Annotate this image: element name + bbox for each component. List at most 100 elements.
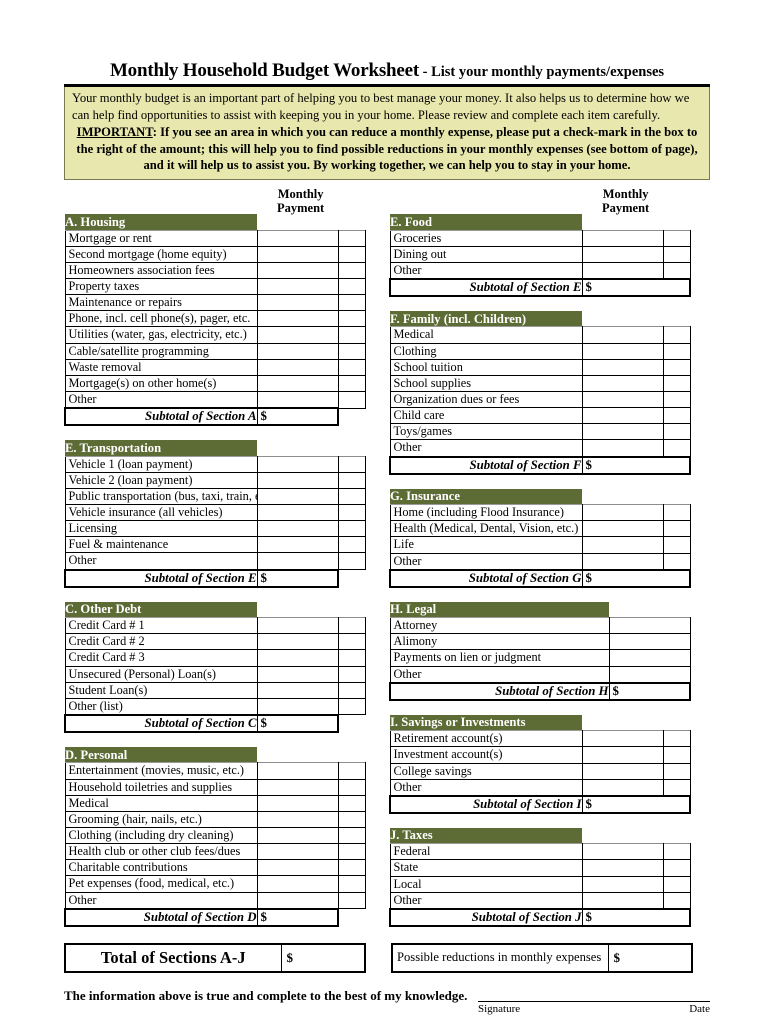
reduction-checkbox-cell[interactable]: [337, 891, 366, 910]
amount-input-cell[interactable]: [256, 342, 339, 360]
amount-input-cell[interactable]: [581, 261, 664, 280]
reduction-checkbox-cell[interactable]: [337, 229, 366, 247]
reduction-checkbox-cell[interactable]: [337, 504, 366, 522]
amount-input-cell[interactable]: [256, 390, 339, 409]
amount-input-cell[interactable]: [256, 294, 339, 312]
amount-input-cell[interactable]: [256, 762, 339, 780]
reduction-checkbox-cell[interactable]: [662, 391, 691, 409]
amount-input-cell[interactable]: [256, 794, 339, 812]
reduction-checkbox-cell[interactable]: [337, 358, 366, 376]
amount-input-cell[interactable]: [581, 552, 664, 571]
amount-input-cell[interactable]: [608, 633, 691, 651]
amount-input-cell[interactable]: [581, 536, 664, 554]
reduction-checkbox-cell[interactable]: [662, 843, 691, 861]
reduction-checkbox-cell[interactable]: [337, 294, 366, 312]
reduction-checkbox-cell[interactable]: [337, 617, 366, 635]
reduction-checkbox-cell[interactable]: [337, 536, 366, 554]
reduction-checkbox-cell[interactable]: [662, 730, 691, 748]
reduction-checkbox-cell[interactable]: [337, 633, 366, 651]
subtotal-value-cell[interactable]: $: [608, 681, 691, 701]
amount-input-cell[interactable]: [608, 649, 691, 667]
subtotal-value-cell[interactable]: $: [256, 407, 339, 427]
amount-input-cell[interactable]: [581, 245, 664, 263]
reduction-checkbox-cell[interactable]: [337, 859, 366, 877]
amount-input-cell[interactable]: [256, 552, 339, 571]
reduction-checkbox-cell[interactable]: [662, 552, 691, 571]
reduction-checkbox-cell[interactable]: [337, 487, 366, 506]
amount-input-cell[interactable]: [256, 374, 339, 392]
reduction-checkbox-cell[interactable]: [662, 520, 691, 538]
amount-input-cell[interactable]: [608, 665, 691, 684]
reduction-checkbox-cell[interactable]: [662, 504, 691, 522]
amount-input-cell[interactable]: [256, 536, 339, 554]
amount-input-cell[interactable]: [256, 471, 339, 489]
amount-input-cell[interactable]: [256, 697, 339, 716]
reduction-checkbox-cell[interactable]: [337, 794, 366, 812]
reduction-checkbox-cell[interactable]: [662, 245, 691, 263]
amount-input-cell[interactable]: [256, 277, 339, 296]
amount-input-cell[interactable]: [581, 843, 664, 861]
amount-input-cell[interactable]: [581, 229, 664, 247]
reduction-checkbox-cell[interactable]: [337, 310, 366, 328]
amount-input-cell[interactable]: [256, 891, 339, 910]
reduction-checkbox-cell[interactable]: [662, 439, 691, 458]
amount-input-cell[interactable]: [256, 617, 339, 635]
reduction-checkbox-cell[interactable]: [662, 762, 691, 780]
reduction-checkbox-cell[interactable]: [662, 875, 691, 893]
reduction-checkbox-cell[interactable]: [337, 810, 366, 828]
subtotal-value-cell[interactable]: $: [581, 455, 691, 475]
amount-input-cell[interactable]: [256, 875, 339, 893]
reduction-checkbox-cell[interactable]: [337, 455, 366, 473]
subtotal-value-cell[interactable]: $: [581, 277, 691, 297]
subtotal-value-cell[interactable]: $: [581, 794, 691, 814]
amount-input-cell[interactable]: [256, 229, 339, 247]
amount-input-cell[interactable]: [256, 665, 339, 683]
reduction-checkbox-cell[interactable]: [337, 665, 366, 683]
reduction-checkbox-cell[interactable]: [337, 277, 366, 296]
reduction-checkbox-cell[interactable]: [337, 245, 366, 263]
reduction-checkbox-cell[interactable]: [337, 697, 366, 716]
reduction-checkbox-cell[interactable]: [662, 261, 691, 280]
amount-input-cell[interactable]: [581, 520, 664, 538]
amount-input-cell[interactable]: [581, 875, 664, 893]
amount-input-cell[interactable]: [608, 617, 691, 635]
amount-input-cell[interactable]: [581, 778, 664, 797]
amount-input-cell[interactable]: [256, 261, 339, 279]
subtotal-value-cell[interactable]: $: [581, 907, 691, 927]
reduction-checkbox-cell[interactable]: [662, 229, 691, 247]
reduction-checkbox-cell[interactable]: [337, 342, 366, 360]
amount-input-cell[interactable]: [256, 826, 339, 845]
reduction-checkbox-cell[interactable]: [337, 261, 366, 279]
amount-input-cell[interactable]: [256, 633, 339, 651]
subtotal-value-cell[interactable]: $: [256, 568, 339, 588]
amount-input-cell[interactable]: [581, 342, 664, 360]
reduction-checkbox-cell[interactable]: [662, 778, 691, 797]
amount-input-cell[interactable]: [581, 762, 664, 780]
amount-input-cell[interactable]: [581, 423, 664, 441]
amount-input-cell[interactable]: [256, 455, 339, 473]
reduction-checkbox-cell[interactable]: [337, 552, 366, 571]
reduction-checkbox-cell[interactable]: [662, 746, 691, 764]
possible-reductions-value[interactable]: $: [607, 942, 693, 973]
reduction-checkbox-cell[interactable]: [337, 649, 366, 667]
amount-input-cell[interactable]: [256, 843, 339, 861]
amount-input-cell[interactable]: [581, 326, 664, 344]
reduction-checkbox-cell[interactable]: [337, 390, 366, 409]
amount-input-cell[interactable]: [256, 358, 339, 376]
amount-input-cell[interactable]: [581, 504, 664, 522]
reduction-checkbox-cell[interactable]: [662, 536, 691, 554]
reduction-checkbox-cell[interactable]: [662, 326, 691, 344]
reduction-checkbox-cell[interactable]: [337, 826, 366, 845]
reduction-checkbox-cell[interactable]: [662, 407, 691, 425]
reduction-checkbox-cell[interactable]: [337, 762, 366, 780]
amount-input-cell[interactable]: [256, 245, 339, 263]
amount-input-cell[interactable]: [256, 326, 339, 344]
reduction-checkbox-cell[interactable]: [337, 843, 366, 861]
reduction-checkbox-cell[interactable]: [662, 891, 691, 910]
reduction-checkbox-cell[interactable]: [337, 778, 366, 796]
reduction-checkbox-cell[interactable]: [337, 326, 366, 344]
amount-input-cell[interactable]: [256, 520, 339, 538]
reduction-checkbox-cell[interactable]: [662, 342, 691, 360]
reduction-checkbox-cell[interactable]: [662, 859, 691, 877]
reduction-checkbox-cell[interactable]: [662, 423, 691, 441]
